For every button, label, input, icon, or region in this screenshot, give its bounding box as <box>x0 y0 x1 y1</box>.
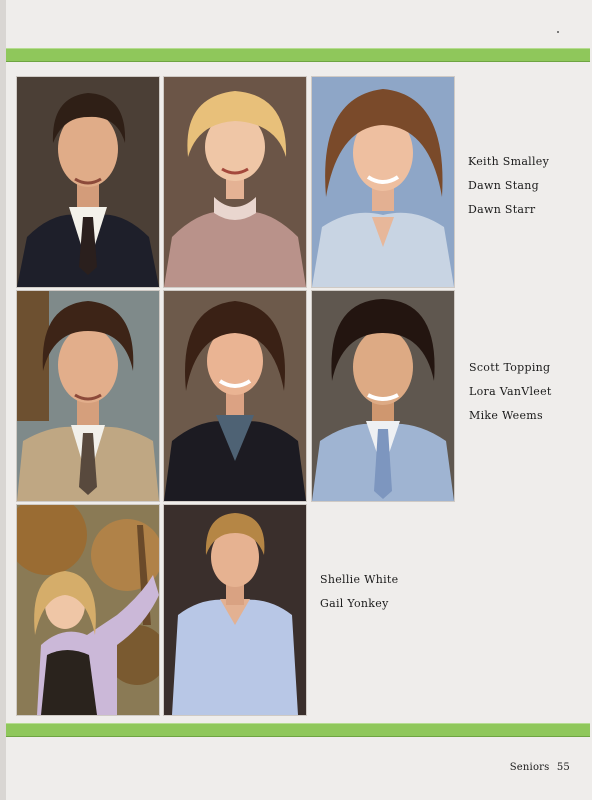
student-name: Scott Topping <box>469 361 551 374</box>
student-name: Dawn Stang <box>468 179 540 192</box>
student-name: Gail Yonkey <box>320 597 389 610</box>
page-number: 55 <box>556 762 570 773</box>
portrait-photo <box>311 290 455 502</box>
section-title: Seniors <box>509 762 550 773</box>
portrait-photo <box>16 76 160 288</box>
portrait-photo <box>16 504 160 716</box>
top-green-band <box>6 48 590 62</box>
student-name: Mike Weems <box>469 409 543 422</box>
page-footer: Seniors 55 <box>506 762 570 773</box>
student-name: Shellie White <box>320 573 399 586</box>
student-name: Keith Smalley <box>468 155 550 168</box>
paper-speck <box>557 31 559 33</box>
portrait-photo <box>16 290 160 502</box>
page-edge <box>0 0 6 800</box>
portrait-photo <box>163 504 307 716</box>
names-row-2: Scott Topping Lora VanVleet Mike Weems <box>469 356 552 428</box>
names-row-1: Keith Smalley Dawn Stang Dawn Starr <box>468 150 549 222</box>
portrait-photo <box>163 290 307 502</box>
bottom-green-band <box>6 723 590 737</box>
student-name: Dawn Starr <box>468 203 536 216</box>
names-row-3: Shellie White Gail Yonkey <box>320 568 398 616</box>
portrait-photo <box>311 76 455 288</box>
student-name: Lora VanVleet <box>469 385 552 398</box>
portrait-photo <box>163 76 307 288</box>
